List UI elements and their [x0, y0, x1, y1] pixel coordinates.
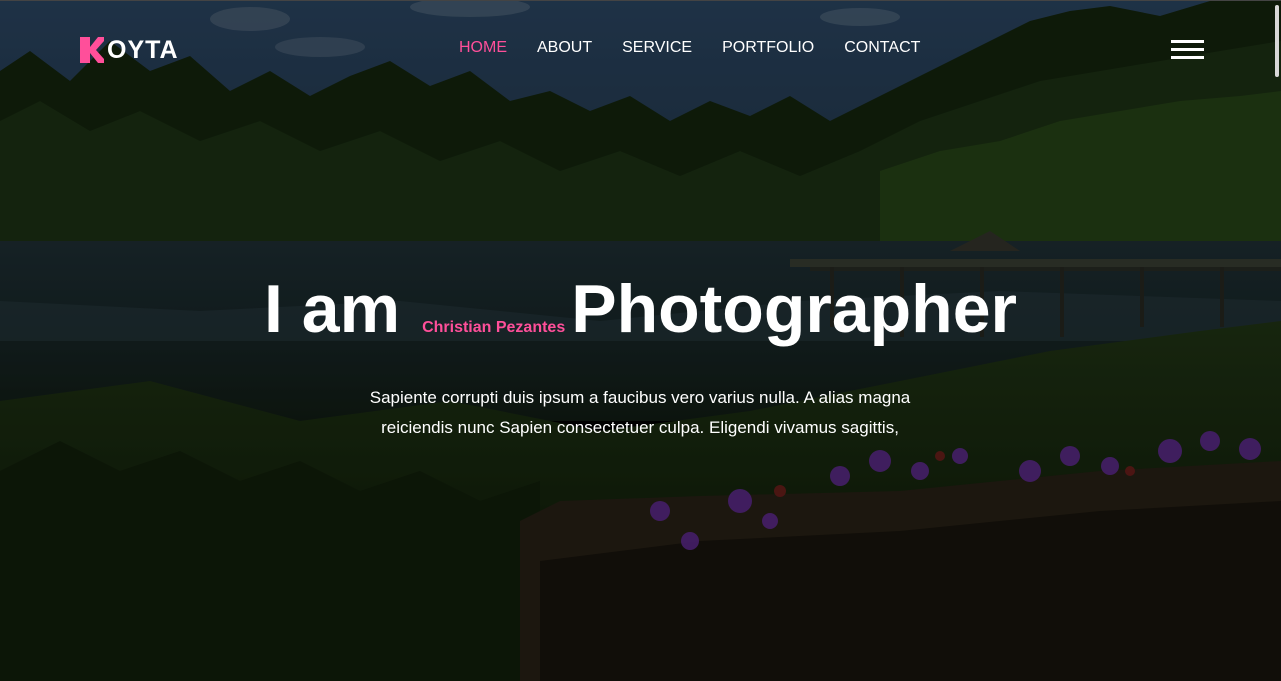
- nav-item-about[interactable]: ABOUT: [537, 37, 592, 59]
- nav-item-service[interactable]: SERVICE: [622, 37, 692, 59]
- nav-item-contact[interactable]: CONTACT: [844, 37, 920, 59]
- brand-logo[interactable]: OYTA: [80, 35, 179, 65]
- hamburger-icon-bar: [1171, 40, 1204, 43]
- description-line: reiciendis nunc Sapien consectetuer culp…: [381, 418, 899, 437]
- logo-k-mark-icon: [80, 37, 104, 63]
- heading-intro: I am: [263, 271, 401, 347]
- hamburger-icon-bar: [1171, 48, 1204, 51]
- description-line: Sapiente corrupti duis ipsum a faucibus …: [369, 388, 911, 407]
- hero-description: Sapiente corrupti duis ipsum a faucibus …: [340, 383, 940, 443]
- hero-heading: I am Christian Pezantes Photographer: [0, 267, 1281, 351]
- logo-text: OYTA: [107, 36, 179, 64]
- scrollbar-thumb[interactable]: [1275, 5, 1279, 77]
- hero-name: Christian Pezantes: [422, 319, 566, 336]
- hamburger-icon-bar: [1171, 56, 1204, 59]
- hero-section: OYTA HOME ABOUT SERVICE PORTFOLIO CONTAC…: [0, 0, 1281, 681]
- heading-role: Photographer: [571, 271, 1018, 347]
- nav-item-portfolio[interactable]: PORTFOLIO: [722, 37, 814, 59]
- nav-item-home[interactable]: HOME: [459, 37, 507, 59]
- main-nav: HOME ABOUT SERVICE PORTFOLIO CONTACT: [459, 37, 950, 59]
- hamburger-menu-button[interactable]: [1171, 38, 1205, 60]
